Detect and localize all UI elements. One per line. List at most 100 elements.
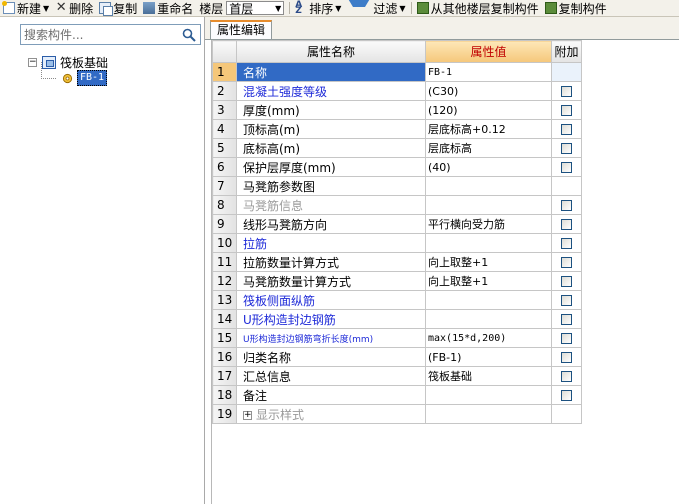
property-name[interactable]: 保护层厚度(mm) [236,157,426,177]
property-name[interactable]: 筏板侧面纵筋 [236,290,426,310]
property-value[interactable] [425,233,552,253]
extra-cell [551,290,582,310]
table-row[interactable]: 5 底标高(m) 层底标高 [212,138,582,158]
tree-node-child[interactable]: FB-1 [41,62,200,86]
property-value[interactable] [425,404,552,424]
property-name[interactable]: 马凳筋信息 [236,195,426,215]
collapse-icon[interactable]: − [28,57,37,67]
table-row[interactable]: 2 混凝土强度等级 (C30) [212,81,582,101]
table-row[interactable]: 4 顶标高(m) 层底标高+0.12 [212,119,582,139]
table-row[interactable]: 7 马凳筋参数图 [212,176,582,196]
header-value[interactable]: 属性值 [425,40,552,63]
property-value[interactable]: 平行横向受力筋 [425,214,552,234]
delete-button[interactable]: ✕ 删除 [52,0,96,16]
property-value[interactable]: 层底标高+0.12 [425,119,552,139]
property-name[interactable]: 马凳筋参数图 [236,176,426,196]
property-value[interactable]: (FB-1) [425,347,552,367]
sort-az-icon: AZ [295,0,303,16]
toolbar: 新建 ▼ ✕ 删除 复制 重命名 楼层 首层 ▼ AZ 排序 ▼ 过滤 ▼ 从其… [0,0,679,17]
extra-checkbox[interactable] [561,276,572,287]
table-row[interactable]: 1 名称 FB-1 [212,62,582,82]
extra-checkbox[interactable] [561,257,572,268]
expand-icon[interactable]: + [243,410,252,420]
property-value[interactable]: 层底标高 [425,138,552,158]
property-value[interactable]: 筏板基础 [425,366,552,386]
property-name[interactable]: 马凳筋数量计算方式 [236,271,426,291]
property-name[interactable]: 拉筋 [236,233,426,253]
extra-checkbox[interactable] [561,295,572,306]
rename-icon [143,2,156,14]
copy-button[interactable]: 复制 [96,0,140,16]
property-value[interactable] [425,176,552,196]
search-button[interactable] [180,27,198,42]
table-row[interactable]: 14 U形构造封边钢筋 [212,309,582,329]
extra-checkbox[interactable] [561,219,572,230]
property-value[interactable] [425,309,552,329]
rename-button[interactable]: 重命名 [140,0,196,16]
search-input[interactable] [21,26,179,43]
property-name[interactable]: 名称 [236,62,426,82]
property-value[interactable]: max(15*d,200) [425,328,552,348]
new-button[interactable]: 新建 ▼ [0,0,52,16]
extra-checkbox[interactable] [561,238,572,249]
tab-property-edit[interactable]: 属性编辑 [210,20,273,39]
table-row[interactable]: 18 备注 [212,385,582,405]
property-value[interactable]: (40) [425,157,552,177]
table-row[interactable]: 15 U形构造封边钢筋弯折长度(mm) max(15*d,200) [212,328,582,348]
table-row[interactable]: 6 保护层厚度(mm) (40) [212,157,582,177]
extra-checkbox[interactable] [561,371,572,382]
extra-checkbox[interactable] [561,314,572,325]
copy-component-button[interactable]: 复制构件 [542,0,610,16]
extra-checkbox[interactable] [561,390,572,401]
property-name[interactable]: 顶标高(m) [236,119,426,139]
table-row[interactable]: 3 厚度(mm) (120) [212,100,582,120]
extra-checkbox[interactable] [561,200,572,211]
tree-node-child-label: FB-1 [77,70,108,86]
table-row[interactable]: 9 线形马凳筋方向 平行横向受力筋 [212,214,582,234]
property-name[interactable]: 拉筋数量计算方式 [236,252,426,272]
property-name[interactable]: U形构造封边钢筋弯折长度(mm) [236,328,426,348]
header-extra[interactable]: 附加 [551,40,582,63]
property-name[interactable]: 备注 [236,385,426,405]
filter-button[interactable]: 过滤 ▼ [344,0,408,16]
property-value[interactable]: FB-1 [425,62,552,82]
property-value[interactable] [425,385,552,405]
table-row[interactable]: 19 + 显示样式 [212,404,582,424]
property-group-display-style[interactable]: + 显示样式 [236,404,426,424]
floor-select[interactable]: 首层 ▼ [226,1,285,16]
property-name[interactable]: 厚度(mm) [236,100,426,120]
header-name[interactable]: 属性名称 [236,40,426,63]
copy-from-floor-button[interactable]: 从其他楼层复制构件 [414,0,542,16]
table-row[interactable]: 10 拉筋 [212,233,582,253]
delete-label: 删除 [69,1,94,16]
property-name[interactable]: 混凝土强度等级 [236,81,426,101]
extra-checkbox[interactable] [561,333,572,344]
table-row[interactable]: 16 归类名称 (FB-1) [212,347,582,367]
extra-checkbox[interactable] [561,86,572,97]
table-row[interactable]: 13 筏板侧面纵筋 [212,290,582,310]
extra-checkbox[interactable] [561,162,572,173]
row-number: 15 [212,328,237,348]
chevron-down-icon: ▼ [399,3,406,13]
extra-cell [551,62,582,82]
extra-checkbox[interactable] [561,352,572,363]
extra-checkbox[interactable] [561,124,572,135]
property-value[interactable]: (120) [425,100,552,120]
table-row[interactable]: 11 拉筋数量计算方式 向上取整+1 [212,252,582,272]
property-name[interactable]: 汇总信息 [236,366,426,386]
property-name[interactable]: 底标高(m) [236,138,426,158]
sort-button[interactable]: AZ 排序 ▼ [292,0,344,16]
property-value[interactable] [425,195,552,215]
extra-checkbox[interactable] [561,105,572,116]
table-row[interactable]: 17 汇总信息 筏板基础 [212,366,582,386]
property-name[interactable]: U形构造封边钢筋 [236,309,426,329]
extra-checkbox[interactable] [561,143,572,154]
property-value[interactable]: 向上取整+1 [425,271,552,291]
property-value[interactable]: 向上取整+1 [425,252,552,272]
property-name[interactable]: 线形马凳筋方向 [236,214,426,234]
property-name[interactable]: 归类名称 [236,347,426,367]
table-row[interactable]: 12 马凳筋数量计算方式 向上取整+1 [212,271,582,291]
table-row[interactable]: 8 马凳筋信息 [212,195,582,215]
property-value[interactable]: (C30) [425,81,552,101]
property-value[interactable] [425,290,552,310]
